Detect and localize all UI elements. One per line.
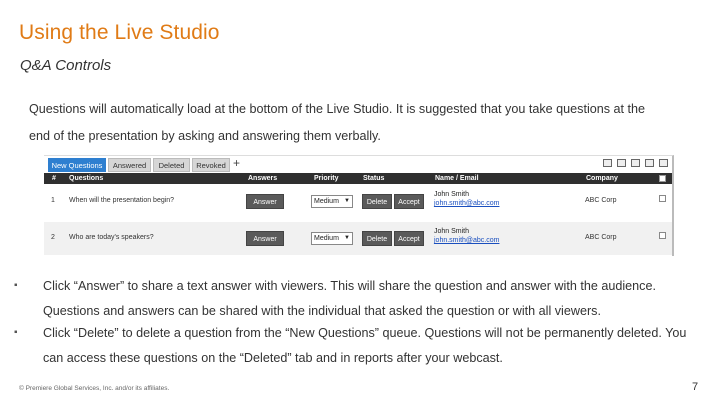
slide-subtitle: Q&A Controls xyxy=(20,57,112,74)
asker-email[interactable]: john.smith@abc.com xyxy=(434,236,499,245)
priority-select[interactable]: Medium ▼ xyxy=(311,232,353,245)
popout-icon[interactable] xyxy=(617,159,626,167)
asker-info: John Smith john.smith@abc.com xyxy=(434,190,499,208)
col-answers: Answers xyxy=(248,175,278,182)
asker-name: John Smith xyxy=(434,191,470,198)
question-text: When will the presentation begin? xyxy=(69,197,175,204)
bullet-marker: ▪ xyxy=(14,327,18,338)
col-num: # xyxy=(52,175,56,182)
company-value: ABC Corp xyxy=(585,234,617,241)
company-value: ABC Corp xyxy=(585,197,617,204)
accept-button[interactable]: Accept xyxy=(394,231,424,246)
dropdown-caret-icon: ▼ xyxy=(344,235,350,241)
col-name-email: Name / Email xyxy=(435,175,479,182)
row-number: 1 xyxy=(51,197,55,204)
priority-value: Medium xyxy=(314,235,339,242)
tab-new-questions[interactable]: New Questions xyxy=(48,158,106,172)
answer-button[interactable]: Answer xyxy=(246,194,284,209)
row-checkbox[interactable] xyxy=(659,232,666,239)
export-icon[interactable] xyxy=(659,159,668,167)
row-checkbox[interactable] xyxy=(659,195,666,202)
slide-title: Using the Live Studio xyxy=(19,21,220,44)
tab-revoked[interactable]: Revoked xyxy=(192,158,230,172)
priority-select[interactable]: Medium ▼ xyxy=(311,195,353,208)
row-number: 2 xyxy=(51,234,55,241)
qa-table-header: # Questions Answers Priority Status Name… xyxy=(44,173,672,184)
asker-email[interactable]: john.smith@abc.com xyxy=(434,199,499,208)
answer-button[interactable]: Answer xyxy=(246,231,284,246)
table-row: 2 Who are today's speakers? Answer Mediu… xyxy=(44,222,672,255)
question-text: Who are today's speakers? xyxy=(69,234,154,241)
intro-text: Questions will automatically load at the… xyxy=(29,102,646,143)
add-tab-icon[interactable]: + xyxy=(233,156,240,170)
asker-info: John Smith john.smith@abc.com xyxy=(434,227,499,245)
col-status: Status xyxy=(363,175,385,182)
asker-name: John Smith xyxy=(434,228,470,235)
toolbar-icons xyxy=(603,159,668,167)
col-priority: Priority xyxy=(314,175,339,182)
dropdown-caret-icon: ▼ xyxy=(344,198,350,204)
page-number: 7 xyxy=(692,381,699,393)
qa-screenshot: New Questions Answered Deleted Revoked +… xyxy=(44,155,674,256)
col-questions: Questions xyxy=(69,175,104,182)
footer-copyright: © Premiere Global Services, Inc. and/or … xyxy=(19,385,170,392)
bullet-delete-text: Click “Delete” to delete a question from… xyxy=(43,326,687,365)
qa-tab-bar: New Questions Answered Deleted Revoked + xyxy=(44,156,672,173)
accept-button[interactable]: Accept xyxy=(394,194,424,209)
priority-value: Medium xyxy=(314,198,339,205)
delete-button[interactable]: Delete xyxy=(362,231,392,246)
select-all-checkbox[interactable] xyxy=(659,175,666,182)
bullet-answer-text: Click “Answer” to share a text answer wi… xyxy=(43,279,656,318)
bullet-marker: ▪ xyxy=(14,280,18,291)
col-company: Company xyxy=(586,175,618,182)
delete-button[interactable]: Delete xyxy=(362,194,392,209)
sort-icon[interactable] xyxy=(631,159,640,167)
tab-deleted[interactable]: Deleted xyxy=(153,158,190,172)
table-row: 1 When will the presentation begin? Answ… xyxy=(44,185,672,218)
email-icon[interactable] xyxy=(645,159,654,167)
tab-answered[interactable]: Answered xyxy=(108,158,151,172)
print-icon[interactable] xyxy=(603,159,612,167)
